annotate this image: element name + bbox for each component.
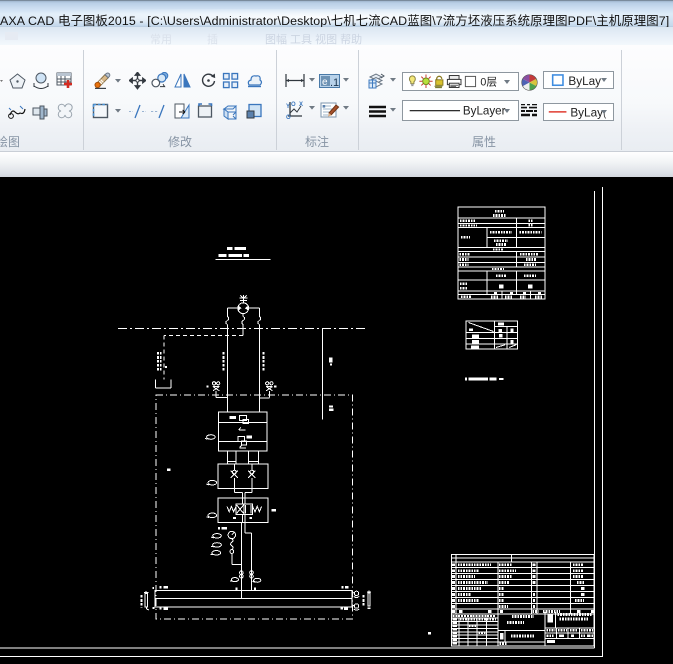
svg-text:X: X xyxy=(299,102,303,108)
svg-text:O: O xyxy=(291,102,296,108)
svg-text:ByLay: ByLay xyxy=(569,74,602,87)
svg-text:ByLay: ByLay xyxy=(571,107,604,120)
svg-text:.1: .1 xyxy=(330,77,339,89)
svg-text:e: e xyxy=(322,77,328,88)
svg-text:O: O xyxy=(286,115,291,119)
svg-text:ByLayer: ByLayer xyxy=(463,105,506,118)
svg-text:0层: 0层 xyxy=(480,76,497,88)
svg-text:Y: Y xyxy=(286,104,290,110)
